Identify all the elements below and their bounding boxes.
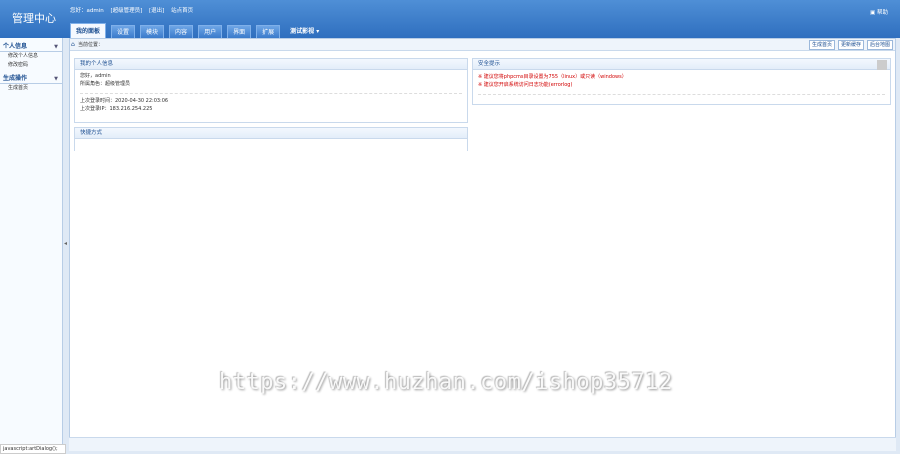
greeting: 您好：admin	[70, 8, 104, 14]
tab-extensions[interactable]: 扩展	[256, 25, 281, 38]
last-login-ip: 上次登录IP：183.216.254.225	[80, 106, 153, 112]
footer-bar	[69, 437, 896, 451]
chevron-down-icon: ▼	[54, 44, 58, 50]
sidebar-item-edit-profile[interactable]: 修改个人信息	[0, 52, 62, 61]
last-login-time: 上次登录时间：2020-04-30 22:03:06	[80, 98, 169, 104]
security-tip: ※ 建议您开启系统访问日志功能(errorlog)	[478, 82, 573, 88]
help-icon: ▣	[870, 10, 876, 16]
tab-settings[interactable]: 设置	[111, 25, 136, 38]
update-cache-button[interactable]: 更新缓存	[837, 40, 864, 50]
logout-link[interactable]: [退出]	[149, 8, 164, 14]
tab-my-panel[interactable]: 我的面板	[70, 23, 107, 38]
security-panel: 安全提示 ※ 建议您将phpcms目录设置为755（linux）或只读（wind…	[472, 58, 891, 105]
sidebar-group-label: 个人信息	[3, 43, 28, 50]
brand-title: 管理中心	[12, 12, 56, 25]
generate-home-button[interactable]: 生成首页	[808, 40, 835, 50]
panel-title: 快捷方式	[75, 128, 467, 139]
breadcrumb-label: 当前位置：	[78, 42, 104, 48]
header: 管理中心 您好：admin [超级管理员] [退出] 站点首页 我的面板 设置 …	[0, 0, 900, 38]
help-label: 帮助	[876, 10, 888, 16]
role-line: 所属角色：超级管理员	[80, 81, 131, 87]
panel-title: 安全提示	[473, 59, 890, 70]
watermark: https://www.huzhan.com/ishop35712	[219, 370, 673, 395]
sidebar-item-change-password[interactable]: 修改密码	[0, 61, 62, 70]
grid-icon[interactable]	[877, 60, 887, 70]
main-tabs: 我的面板 设置 模块 内容 用户 界面 扩展 测试影视	[70, 22, 329, 38]
shortcut-panel: 快捷方式	[74, 127, 468, 151]
breadcrumb-buttons: 生成首页 更新缓存 后台地图	[806, 40, 893, 50]
tab-test-video[interactable]: 测试影视	[285, 25, 324, 38]
tab-users[interactable]: 用户	[198, 25, 223, 38]
panel-title: 我的个人信息	[75, 59, 467, 70]
greeting-line: 您好，admin	[80, 73, 111, 79]
home-icon: ⌂	[71, 41, 75, 48]
site-home-link[interactable]: 站点首页	[171, 8, 193, 14]
sidebar-group-personal[interactable]: 个人信息 ▼	[0, 42, 62, 52]
role-link[interactable]: [超级管理员]	[110, 8, 142, 14]
breadcrumb: ⌂ 当前位置： 生成首页 更新缓存 后台地图	[70, 39, 895, 51]
sidebar-group-label: 生成操作	[3, 75, 28, 82]
tab-modules[interactable]: 模块	[140, 25, 165, 38]
backend-map-button[interactable]: 后台地图	[866, 40, 893, 50]
sidebar-item-generate-home[interactable]: 生成首页	[0, 84, 62, 93]
divider	[80, 93, 462, 94]
sidebar: 个人信息 ▼ 修改个人信息 修改密码 生成操作 ▼ 生成首页	[0, 38, 63, 454]
divider	[478, 94, 885, 95]
chevron-down-icon: ▼	[54, 76, 58, 82]
tab-content[interactable]: 内容	[169, 25, 194, 38]
personal-info-panel: 我的个人信息 您好，admin 所属角色：超级管理员 上次登录时间：2020-0…	[74, 58, 468, 123]
user-info: 您好：admin [超级管理员] [退出] 站点首页	[70, 6, 198, 14]
security-tip: ※ 建议您将phpcms目录设置为755（linux）或只读（windows）	[478, 74, 627, 80]
sidebar-group-generate[interactable]: 生成操作 ▼	[0, 74, 62, 84]
tab-interface[interactable]: 界面	[227, 25, 252, 38]
browser-status-bar: javascript:artDialog();	[0, 444, 66, 454]
help-link[interactable]: ▣ 帮助	[870, 8, 888, 16]
